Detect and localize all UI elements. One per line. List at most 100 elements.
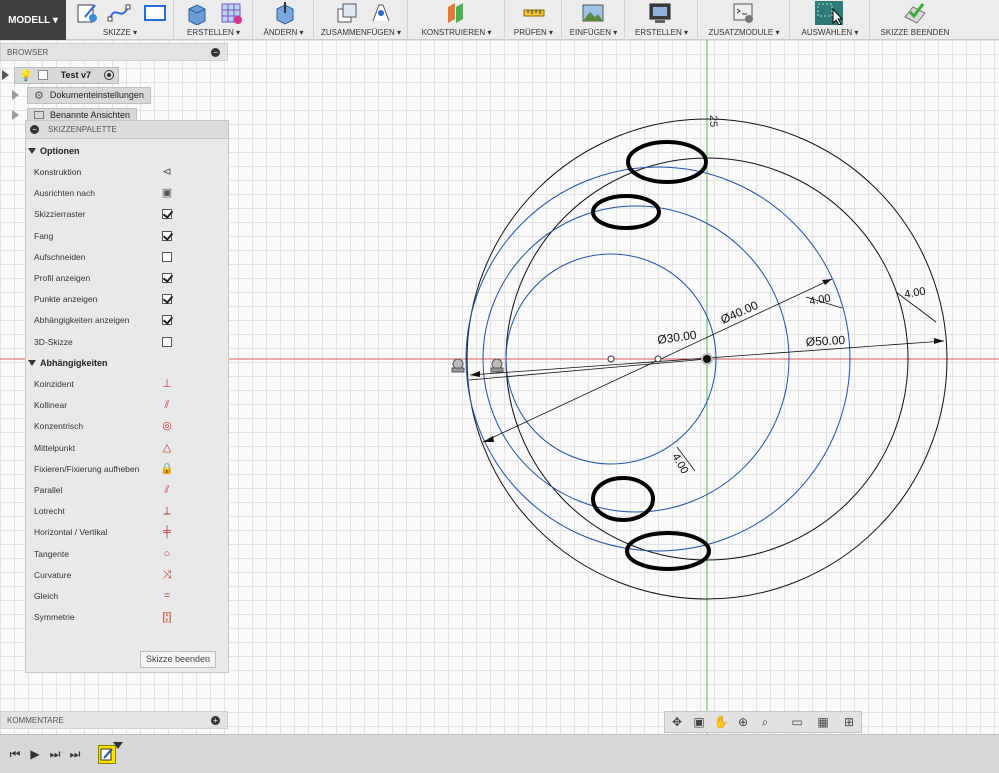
toolbar-group-pruefen[interactable]: PRÜFEN ▾ [506, 0, 562, 40]
perpendicular-icon[interactable]: ⟂ [160, 504, 174, 518]
collapse-arrow-icon[interactable] [28, 148, 36, 154]
workspace-mode-button[interactable]: MODELL ▾ [0, 0, 66, 40]
palette-option-row[interactable]: Konstruktion ⊲ [34, 164, 224, 180]
palette-option-checkbox[interactable] [162, 336, 172, 347]
constraint-row[interactable]: Curvature ⤨ [34, 567, 224, 583]
collapse-arrow-icon[interactable] [28, 360, 36, 366]
palette-option-row[interactable]: Profil anzeigen [34, 270, 224, 286]
options-section-header[interactable]: Optionen [28, 146, 80, 156]
palette-option-row[interactable]: Fang [34, 228, 224, 244]
zoom-window-icon[interactable]: ⌕ [757, 715, 773, 730]
constraint-row[interactable]: Tangente ○ [34, 546, 224, 562]
insert-image-icon[interactable] [581, 1, 605, 25]
toolbar-group-skizze-beenden[interactable]: SKIZZE BEENDEN [871, 0, 959, 40]
palette-option-checkbox[interactable] [162, 251, 172, 262]
checkbox-wrapper[interactable] [160, 250, 174, 264]
constraint-row[interactable]: Kollinear ⫽ [34, 397, 224, 413]
constraint-row[interactable]: Fixieren/Fixierung aufheben 🔒 [34, 461, 224, 477]
palette-option-row[interactable]: Ausrichten nach ▣ [34, 185, 224, 201]
constraint-row[interactable]: Koinzident ⊥ [34, 376, 224, 392]
viewports-icon[interactable]: ⊞ [841, 715, 857, 730]
collapse-panel-icon[interactable]: − [211, 48, 220, 57]
palette-option-row[interactable]: Skizzierraster [34, 206, 224, 222]
checkbox-wrapper[interactable] [160, 292, 174, 306]
collapse-palette-icon[interactable]: − [30, 125, 39, 134]
toolbar-group-auswaehlen[interactable]: AUSWÄHLEN ▾ [791, 0, 870, 40]
extrude-icon[interactable] [185, 1, 209, 25]
palette-option-checkbox[interactable] [162, 294, 172, 305]
step-forward-icon[interactable]: ⏭ [48, 747, 62, 761]
browser-panel-header[interactable]: BROWSER − [0, 43, 228, 61]
look-at-icon[interactable]: ▣ [691, 715, 707, 730]
browser-item-document-settings[interactable]: ⚙ Dokumenteinstellungen [12, 86, 151, 104]
display-settings-icon[interactable]: ▭ [789, 715, 805, 730]
checkbox-wrapper[interactable] [160, 335, 174, 349]
dim-text-d50[interactable]: Ø50.00 [805, 333, 845, 349]
joint-icon[interactable] [369, 1, 393, 25]
palette-option-checkbox[interactable] [162, 315, 172, 326]
dim-text-offset-inner[interactable]: 4.00 [669, 452, 690, 477]
palette-option-checkbox[interactable] [162, 273, 172, 283]
expand-arrow-icon[interactable] [12, 110, 19, 120]
equal-icon[interactable]: = [160, 589, 174, 603]
finish-sketch-button[interactable]: Skizze beenden [140, 651, 216, 668]
center-point-30[interactable] [607, 355, 615, 363]
fix-lock-icon[interactable]: 🔒 [160, 462, 174, 476]
expand-arrow-icon[interactable] [2, 70, 9, 80]
collinear-icon[interactable]: ⫽ [160, 398, 174, 412]
toolbar-group-zusatzmodule[interactable]: ZUSATZMODULE ▾ [699, 0, 790, 40]
comments-panel-header[interactable]: KOMMENTARE + [0, 711, 228, 729]
palette-option-checkbox[interactable] [162, 209, 172, 220]
checkbox-wrapper[interactable] [160, 271, 174, 285]
construction-angle-icon[interactable]: ⊲ [160, 165, 174, 179]
palette-option-row[interactable]: Aufschneiden [34, 249, 224, 265]
constraint-row[interactable]: Mittelpunkt △ [34, 440, 224, 456]
play-icon[interactable]: ▶ [28, 747, 42, 761]
scripts-addins-icon[interactable] [731, 1, 755, 25]
grid-settings-icon[interactable]: ▦ [815, 715, 831, 730]
tangent-constraint-icon[interactable] [490, 358, 504, 373]
press-pull-icon[interactable] [272, 1, 296, 25]
dim-text-d30[interactable]: Ø30.00 [656, 328, 697, 347]
rectangle-icon[interactable] [143, 1, 167, 25]
toolbar-group-erstellen-2[interactable]: ERSTELLEN ▾ [626, 0, 698, 40]
center-point-40[interactable] [654, 355, 662, 363]
activate-radio-icon[interactable] [104, 70, 115, 80]
dim-text-offset-mid[interactable]: 4.00 [808, 292, 831, 308]
document-settings-node[interactable]: ⚙ Dokumenteinstellungen [27, 86, 151, 104]
dim-text-offset-outer[interactable]: 4.00 [903, 285, 926, 301]
dim-line-30[interactable] [468, 358, 708, 381]
browser-root-node[interactable]: 💡 Test v7 [2, 66, 120, 84]
go-to-start-icon[interactable]: ⏮ [8, 747, 22, 761]
toolbar-group-skizze[interactable]: SKIZZE ▾ [67, 0, 174, 40]
toolbar-group-aendern[interactable]: ÄNDERN ▾ [254, 0, 314, 40]
coincident-icon[interactable]: ⊥ [160, 377, 174, 391]
sketch-palette-header[interactable]: − SKIZZENPALETTE [26, 121, 228, 139]
constraint-row[interactable]: Parallel ⫽ [34, 482, 224, 498]
tangent-constraint-icon[interactable] [451, 358, 465, 373]
create-sketch-icon[interactable] [75, 1, 99, 25]
origin-center-point[interactable] [703, 355, 711, 363]
toolbar-group-konstruieren[interactable]: KONSTRUIEREN ▾ [409, 0, 505, 40]
constraints-section-header[interactable]: Abhängigkeiten [28, 358, 108, 368]
offset-plane-icon[interactable] [445, 1, 469, 25]
checkbox-wrapper[interactable] [160, 207, 174, 221]
spline-icon[interactable] [107, 1, 131, 25]
lightbulb-icon[interactable]: 💡 [19, 69, 33, 82]
midpoint-icon[interactable]: △ [160, 441, 174, 455]
palette-option-row[interactable]: Abhängigkeiten anzeigen [34, 312, 224, 328]
select-icon[interactable] [815, 1, 843, 25]
checkbox-wrapper[interactable] [160, 229, 174, 243]
toolbar-group-zusammenfuegen[interactable]: ZUSAMMENFÜGEN ▾ [315, 0, 408, 40]
orbit-icon[interactable]: ✥ [669, 715, 685, 730]
palette-option-checkbox[interactable] [162, 230, 172, 241]
pan-icon[interactable]: ✋ [713, 715, 729, 730]
zoom-icon[interactable]: ⊕ [735, 715, 751, 730]
curvature-icon[interactable]: ⤨ [160, 568, 174, 582]
dim-text-top[interactable]: 25 [707, 115, 719, 127]
symmetry-icon[interactable]: [¦] [160, 610, 174, 624]
add-comment-icon[interactable]: + [211, 716, 220, 725]
new-component-icon[interactable] [335, 1, 359, 25]
toolbar-group-erstellen[interactable]: ERSTELLEN ▾ [175, 0, 253, 40]
go-to-end-icon[interactable]: ⏭ [68, 747, 82, 761]
